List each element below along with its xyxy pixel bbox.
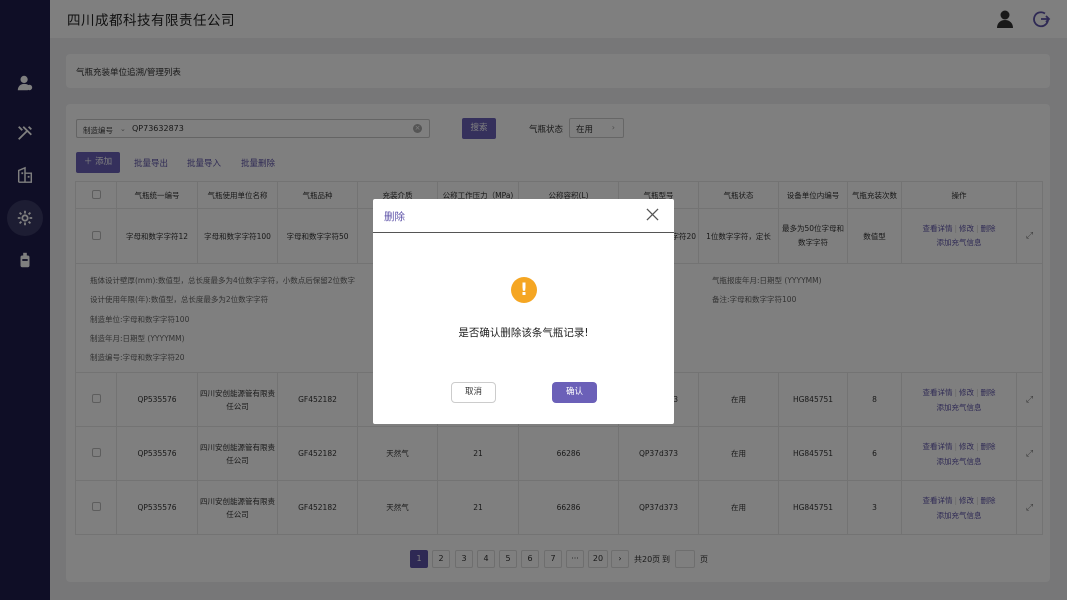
dialog-title: 删除 — [384, 211, 405, 223]
warning-icon: ! — [511, 277, 537, 303]
dialog-message: 是否确认删除该条气瓶记录! — [458, 327, 589, 339]
delete-dialog: 删除 ! 是否确认删除该条气瓶记录! 取消 确认 — [373, 199, 674, 424]
cancel-button[interactable]: 取消 — [451, 382, 496, 403]
divider — [373, 232, 674, 233]
close-icon[interactable] — [646, 208, 659, 221]
confirm-button[interactable]: 确认 — [552, 382, 597, 403]
